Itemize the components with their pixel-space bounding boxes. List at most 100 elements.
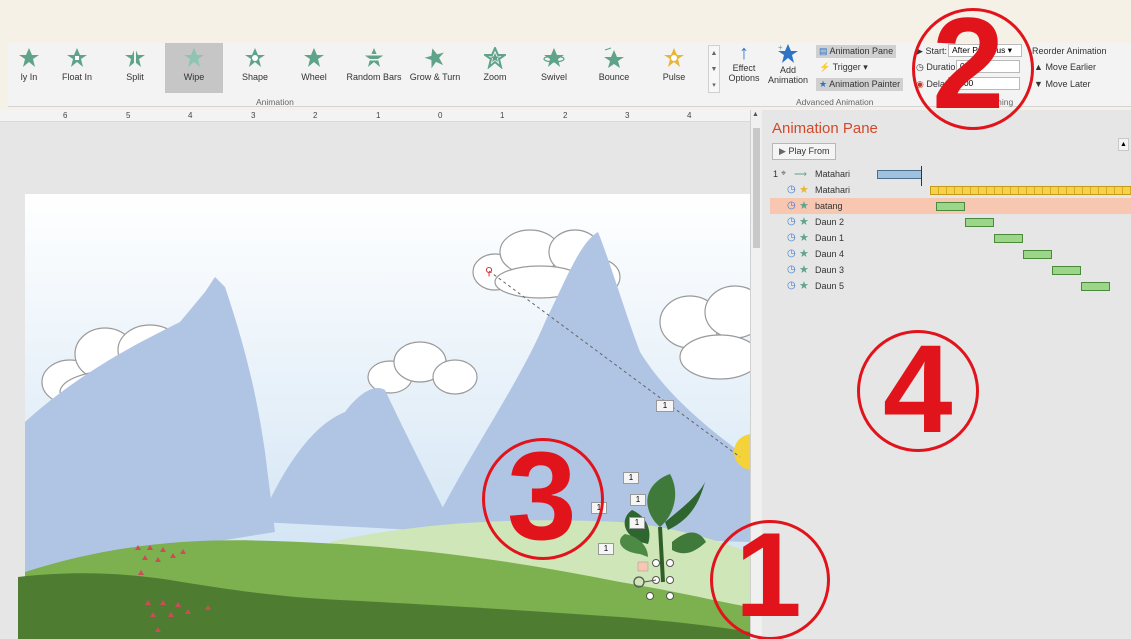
animation-item-daun-3[interactable]: ◷ ★ Daun 3	[770, 262, 1131, 278]
swivel-label: Swivel	[540, 72, 567, 82]
horizontal-ruler[interactable]: 6 5 4 3 2 1 0 1 2 3 4	[0, 110, 750, 122]
pulse-icon	[664, 48, 684, 67]
trigger-label: Trigger	[832, 62, 861, 72]
wheel-button[interactable]: Wheel	[285, 43, 343, 93]
animation-item-daun-5[interactable]: ◷ ★ Daun 5	[770, 278, 1131, 294]
animation-item-daun-4[interactable]: ◷ ★ Daun 4	[770, 246, 1131, 262]
slide-canvas[interactable]: ⚲	[0, 122, 750, 639]
pulse-button[interactable]: Pulse	[645, 43, 703, 93]
move-later-button[interactable]: ▼ Move Later	[1034, 79, 1090, 89]
ruler-label: 0	[438, 111, 443, 120]
entrance-star-icon: ★	[799, 200, 809, 212]
clock-icon: ◷	[787, 184, 796, 195]
grow-turn-icon	[424, 48, 444, 69]
ruler-label: 5	[126, 111, 131, 120]
scroll-thumb[interactable]	[753, 128, 760, 248]
item-name: Daun 1	[815, 233, 845, 243]
animation-tag[interactable]: 1	[623, 472, 639, 484]
move-later-label: Move Later	[1045, 79, 1091, 89]
ruler-label: 6	[63, 111, 68, 120]
reorder-animation-title: Reorder Animation	[1032, 46, 1107, 56]
play-from-button[interactable]: ▶ Play From	[772, 143, 837, 160]
up-arrow-icon: ↑	[739, 42, 749, 64]
wipe-button[interactable]: Wipe	[165, 43, 223, 93]
animation-tag[interactable]: 1	[656, 400, 674, 412]
zoom-label: Zoom	[483, 72, 507, 82]
timeline-bar[interactable]	[1052, 266, 1081, 275]
bounce-button[interactable]: Bounce	[585, 43, 643, 93]
split-icon	[125, 47, 145, 69]
shape-button[interactable]: Shape	[226, 43, 284, 93]
wheel-label: Wheel	[301, 72, 327, 82]
effect-options-label-2: Options	[728, 73, 760, 83]
timeline-bar[interactable]	[1081, 282, 1110, 291]
move-earlier-button[interactable]: ▲ Move Earlier	[1034, 62, 1096, 72]
animation-item-daun-1[interactable]: ◷ ★ Daun 1	[770, 230, 1131, 246]
grow-turn-label: Grow & Turn	[409, 72, 461, 82]
swivel-icon	[543, 48, 565, 67]
entrance-star-icon: ★	[799, 216, 809, 228]
float-in-icon	[67, 48, 87, 67]
wheel-icon	[304, 48, 324, 67]
animation-tag[interactable]: 1	[630, 494, 646, 506]
ruler-label: 1	[376, 111, 381, 120]
timeline-bar[interactable]	[994, 234, 1023, 243]
entrance-star-icon: ★	[799, 232, 809, 244]
play-icon: ▶	[779, 146, 786, 156]
fly-in-icon	[19, 48, 39, 67]
timeline-bar[interactable]	[965, 218, 994, 227]
annotation-number-3: 3	[507, 427, 577, 566]
shape-icon	[245, 48, 265, 67]
triangle-up-icon: ▲	[1034, 62, 1043, 72]
advanced-animation-group-label: Advanced Animation	[796, 97, 874, 107]
svg-text:+: +	[778, 43, 783, 52]
pane-title: Animation Pane	[772, 120, 878, 137]
random-bars-button[interactable]: Random Bars	[345, 43, 403, 93]
ruler-label: 4	[687, 111, 692, 120]
zoom-button[interactable]: Zoom	[466, 43, 524, 93]
pane-scroll-up-icon[interactable]: ▲	[1118, 138, 1129, 151]
animation-pane-button[interactable]: ▤ Animation Pane	[816, 45, 897, 58]
animation-pane-label: Animation Pane	[829, 46, 894, 56]
play-from-label: Play From	[788, 146, 830, 156]
float-in-button[interactable]: Float In	[48, 43, 106, 93]
effect-options-button[interactable]: ↑ Effect Options	[724, 43, 764, 95]
timeline-bar[interactable]	[930, 186, 1131, 195]
annotation-number-1: 1	[735, 508, 802, 639]
add-star-icon: +	[778, 43, 798, 63]
timeline-bar[interactable]	[1023, 250, 1052, 259]
timeline-bar[interactable]	[877, 170, 922, 179]
animation-item-batang[interactable]: ◷ ★ batang	[770, 198, 1131, 214]
bounce-label: Bounce	[598, 72, 630, 82]
animation-tag[interactable]: 1	[629, 517, 645, 529]
trigger-button[interactable]: ⚡ Trigger ▾	[819, 62, 868, 73]
scroll-up-icon[interactable]: ▲	[752, 111, 759, 118]
ruler-label: 3	[625, 111, 630, 120]
entrance-star-icon: ★	[799, 248, 809, 260]
animation-tag[interactable]: 1	[598, 543, 614, 555]
ruler-label: 4	[188, 111, 193, 120]
split-button[interactable]: Split	[106, 43, 164, 93]
add-animation-label-2: Animation	[767, 75, 809, 85]
animation-painter-button[interactable]: ★ Animation Painter	[816, 78, 904, 91]
ruler-label: 2	[313, 111, 318, 120]
gallery-scroll[interactable]: ▲ ▼ ▾	[708, 45, 720, 93]
swivel-button[interactable]: Swivel	[525, 43, 583, 93]
item-name: Matahari	[815, 169, 851, 179]
clock-icon: ◷	[787, 232, 796, 243]
pulse-label: Pulse	[662, 72, 686, 82]
emphasis-star-icon: ★	[799, 184, 809, 196]
float-in-label: Float In	[61, 72, 92, 82]
entrance-star-icon: ★	[799, 264, 809, 276]
add-animation-button[interactable]: + Add Animation	[762, 43, 814, 95]
animation-item-daun-2[interactable]: ◷ ★ Daun 2	[770, 214, 1131, 230]
timeline-bar[interactable]	[936, 202, 965, 211]
entrance-star-icon: ★	[799, 280, 809, 292]
zoom-icon	[484, 47, 506, 69]
animation-item-matahari-motion[interactable]: 1 ⌖ ⟶ Matahari	[770, 166, 1131, 182]
grow-turn-button[interactable]: Grow & Turn	[406, 43, 464, 93]
item-name: Matahari	[815, 185, 851, 195]
slide-editing-area[interactable]: ⚲ 1 1 1 1 1 1	[0, 122, 750, 639]
animation-item-matahari-emphasis[interactable]: ◷ ★ Matahari	[770, 182, 1131, 198]
painter-icon: ★	[819, 79, 828, 89]
